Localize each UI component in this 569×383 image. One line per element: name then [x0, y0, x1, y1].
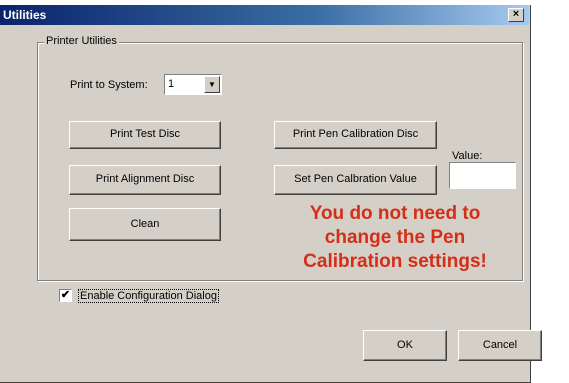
set-pen-calibration-value-label: Set Pen Calbration Value: [294, 173, 417, 185]
print-alignment-disc-label: Print Alignment Disc: [95, 173, 195, 185]
notice-line-3: Calibration settings!: [303, 251, 487, 272]
calibration-notice: You do not need to change the Pen Calibr…: [265, 202, 525, 274]
close-button[interactable]: ×: [508, 8, 524, 22]
print-test-disc-label: Print Test Disc: [109, 128, 181, 140]
group-label: Printer Utilities: [44, 35, 119, 47]
ok-label: OK: [397, 339, 413, 351]
title-bar: Utilities ×: [0, 5, 529, 25]
enable-configuration-label[interactable]: Enable Configuration Dialog: [78, 289, 219, 303]
clean-button[interactable]: Clean: [69, 208, 221, 241]
cancel-label: Cancel: [482, 339, 518, 351]
clean-label: Clean: [130, 218, 160, 230]
chevron-down-icon[interactable]: ▼: [204, 76, 220, 93]
notice-line-1: You do not need to: [309, 203, 481, 224]
enable-configuration-checkbox[interactable]: ✔: [59, 289, 72, 302]
print-alignment-disc-button[interactable]: Print Alignment Disc: [69, 165, 221, 195]
print-to-system-label: Print to System:: [70, 79, 148, 91]
set-pen-calibration-value-button[interactable]: Set Pen Calbration Value: [274, 165, 437, 195]
notice-line-2: change the Pen: [324, 227, 466, 248]
ok-button[interactable]: OK: [363, 330, 447, 361]
value-label: Value:: [452, 150, 483, 162]
print-test-disc-button[interactable]: Print Test Disc: [69, 121, 221, 149]
print-to-system-select[interactable]: 1 ▼: [164, 74, 222, 95]
window-title: Utilities: [3, 8, 47, 22]
print-pen-calibration-disc-label: Print Pen Calibration Disc: [292, 128, 419, 140]
print-pen-calibration-disc-button[interactable]: Print Pen Calibration Disc: [274, 121, 437, 149]
print-to-system-value: 1: [168, 78, 175, 90]
cancel-button[interactable]: Cancel: [458, 330, 542, 361]
value-input[interactable]: [449, 162, 516, 189]
